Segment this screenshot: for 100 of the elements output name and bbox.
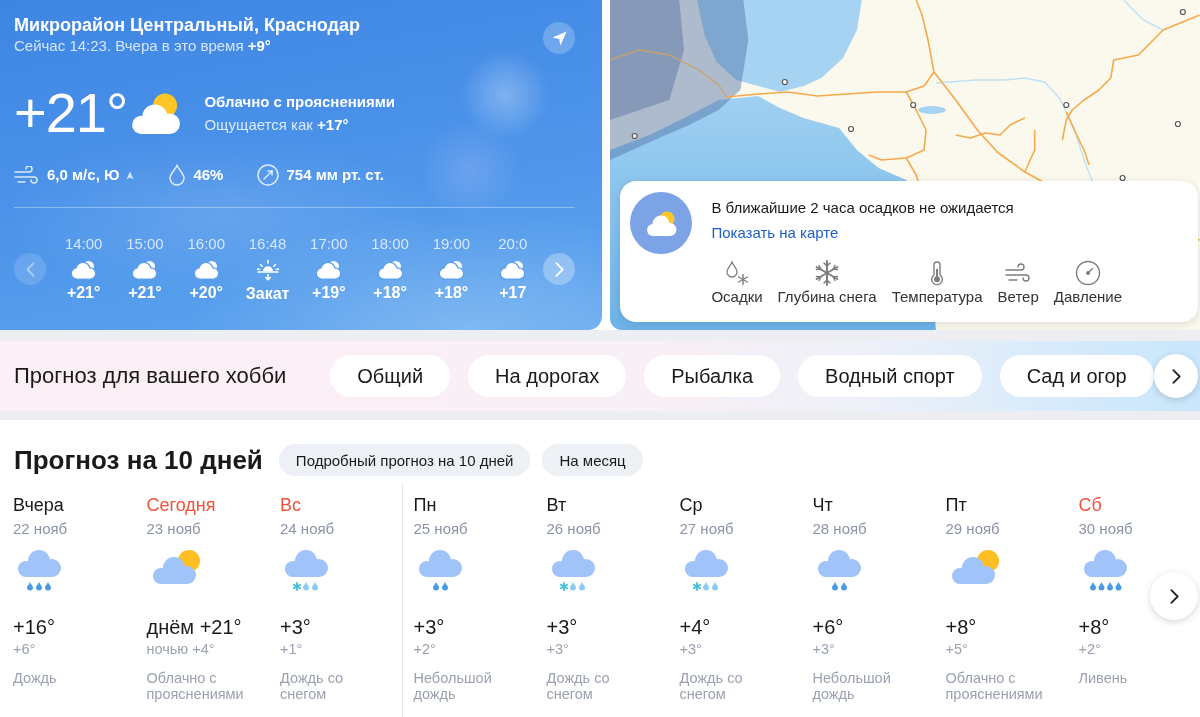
- cloud-sun-icon: [70, 259, 98, 280]
- cloud-sun-icon: [152, 550, 200, 584]
- time-subtitle: Сейчас 14:23. Вчера в это время +9°: [14, 36, 271, 56]
- day-date: 27 нояб: [679, 519, 734, 539]
- day-condition: Облачно с прояснениями: [945, 670, 1044, 702]
- hobby-chip[interactable]: Рыбалка: [644, 355, 781, 397]
- drop-icon: [168, 164, 187, 186]
- hour-time: 17:00: [310, 234, 348, 254]
- day-name: Сегодня: [146, 494, 216, 516]
- feels-like-text: Ощущается как +17°: [204, 114, 349, 135]
- day-date: 25 нояб: [413, 519, 468, 539]
- location-title: Микрорайон Центральный, Краснодар: [14, 14, 360, 36]
- night-temperature: +2°: [1078, 640, 1101, 658]
- day-name: Вт: [546, 494, 567, 516]
- rain-cloud-icon: [1083, 550, 1127, 591]
- chevron-right-icon: [1169, 588, 1179, 604]
- day-condition: Небольшой дождь: [812, 670, 892, 702]
- day-temperature: +3°: [280, 615, 311, 639]
- hour-time: 14:00: [64, 234, 103, 254]
- cloud-sun-icon: [376, 259, 404, 280]
- snowflake-icon: [814, 260, 841, 286]
- rain-cloud-icon: [418, 550, 462, 591]
- day-date: 29 нояб: [945, 519, 1000, 539]
- next-button[interactable]: [1154, 354, 1198, 398]
- day-date: 26 нояб: [546, 519, 601, 539]
- day-date: 28 нояб: [812, 519, 867, 539]
- hour-temperature: +17: [499, 283, 527, 303]
- day-name: Пн: [413, 494, 437, 516]
- nowcast-message: В ближайшие 2 часа осадков не ожидается: [711, 198, 1014, 218]
- hour-temperature: +21°: [66, 283, 101, 303]
- hobby-chip[interactable]: На дорогах: [468, 355, 627, 397]
- day-condition: Дождь со снегом: [546, 670, 611, 702]
- scroll-right-button[interactable]: [543, 253, 576, 285]
- day-date: 24 нояб: [280, 519, 335, 539]
- night-temperature: +1°: [280, 640, 303, 658]
- condition-text: Облачно с прояснениями: [204, 91, 396, 112]
- sunset-label: Закат: [245, 284, 290, 304]
- hour-time: 16:48: [248, 234, 287, 254]
- sleet-cloud-icon: [551, 550, 595, 591]
- map-layer-button[interactable]: Осадки: [711, 260, 763, 306]
- humidity-value: 46%: [193, 165, 224, 185]
- cloud-sun-icon: [131, 259, 159, 280]
- chevron-right-icon: [554, 261, 564, 277]
- day-date: 22 нояб: [13, 519, 68, 539]
- day-condition: Небольшой дождь: [413, 670, 493, 702]
- day-name: Чт: [812, 494, 833, 516]
- day-name: Сб: [1078, 494, 1102, 516]
- cloud-sun-icon: [630, 192, 693, 254]
- night-temperature: +3°: [546, 640, 569, 658]
- sleet-cloud-icon: [285, 550, 328, 591]
- forecast-link-button[interactable]: На месяц: [542, 444, 643, 476]
- map-layer-button[interactable]: Ветер: [997, 260, 1039, 306]
- forecast-link-button[interactable]: Подробный прогноз на 10 дней: [278, 444, 531, 476]
- day-temperature: днём +21°: [146, 615, 242, 639]
- day-date: 30 нояб: [1078, 519, 1133, 539]
- hour-temperature: +20°: [189, 283, 223, 303]
- day-condition: Дождь со снегом: [280, 670, 345, 702]
- day-condition: Облачно с прояснениями: [146, 670, 245, 702]
- hobby-chip[interactable]: Водный спорт: [798, 355, 982, 397]
- hour-time: 19:00: [432, 234, 471, 254]
- night-temperature: +3°: [679, 640, 702, 658]
- day-condition: Дождь со снегом: [679, 670, 744, 702]
- day-temperature: +3°: [546, 615, 578, 639]
- map-layer-button[interactable]: Давление: [1053, 260, 1122, 306]
- night-temperature: ночью +4°: [146, 640, 215, 658]
- navigation-arrow-icon: [551, 30, 567, 46]
- wind-value: 6,0 м/с, Ю: [47, 165, 120, 185]
- map-layer-button[interactable]: Температура: [891, 260, 983, 306]
- hobby-chip[interactable]: Общий: [330, 355, 451, 397]
- cloud-sun-icon: [437, 259, 465, 280]
- day-name: Ср: [679, 494, 703, 516]
- thermometer-icon: [930, 260, 945, 286]
- chevron-left-icon: [25, 261, 35, 277]
- night-temperature: +2°: [413, 640, 436, 658]
- chevron-right-icon: [1171, 368, 1181, 384]
- sunset-icon: [255, 259, 280, 281]
- wind-icon: [14, 166, 40, 184]
- day-temperature: +4°: [679, 615, 711, 639]
- hour-temperature: +18°: [434, 283, 469, 303]
- day-name: Пт: [945, 494, 967, 516]
- hour-time: 16:00: [187, 234, 225, 254]
- show-on-map-link[interactable]: Показать на карте: [711, 223, 839, 243]
- sleet-cloud-icon: [684, 550, 728, 591]
- night-temperature: +3°: [812, 640, 835, 658]
- next-button[interactable]: [1150, 572, 1198, 620]
- gauge-icon: [257, 164, 280, 186]
- locate-button[interactable]: [543, 22, 576, 54]
- day-temperature: +6°: [812, 615, 844, 639]
- hour-time: 20:0: [498, 234, 528, 254]
- hobby-title: Прогноз для вашего хобби: [14, 363, 287, 389]
- cloud-sun-icon: [499, 259, 527, 280]
- gauge-icon: [1074, 260, 1101, 286]
- hour-temperature: +21°: [128, 283, 162, 303]
- day-temperature: +8°: [945, 615, 977, 639]
- cloud-sun-icon: [192, 259, 220, 280]
- map-layer-button[interactable]: Глубина снега: [777, 260, 877, 306]
- day-temperature: +16°: [13, 615, 55, 639]
- hobby-chip[interactable]: Сад и огор: [999, 355, 1154, 397]
- current-temperature: +21°: [14, 83, 128, 143]
- hour-time: 15:00: [126, 234, 164, 254]
